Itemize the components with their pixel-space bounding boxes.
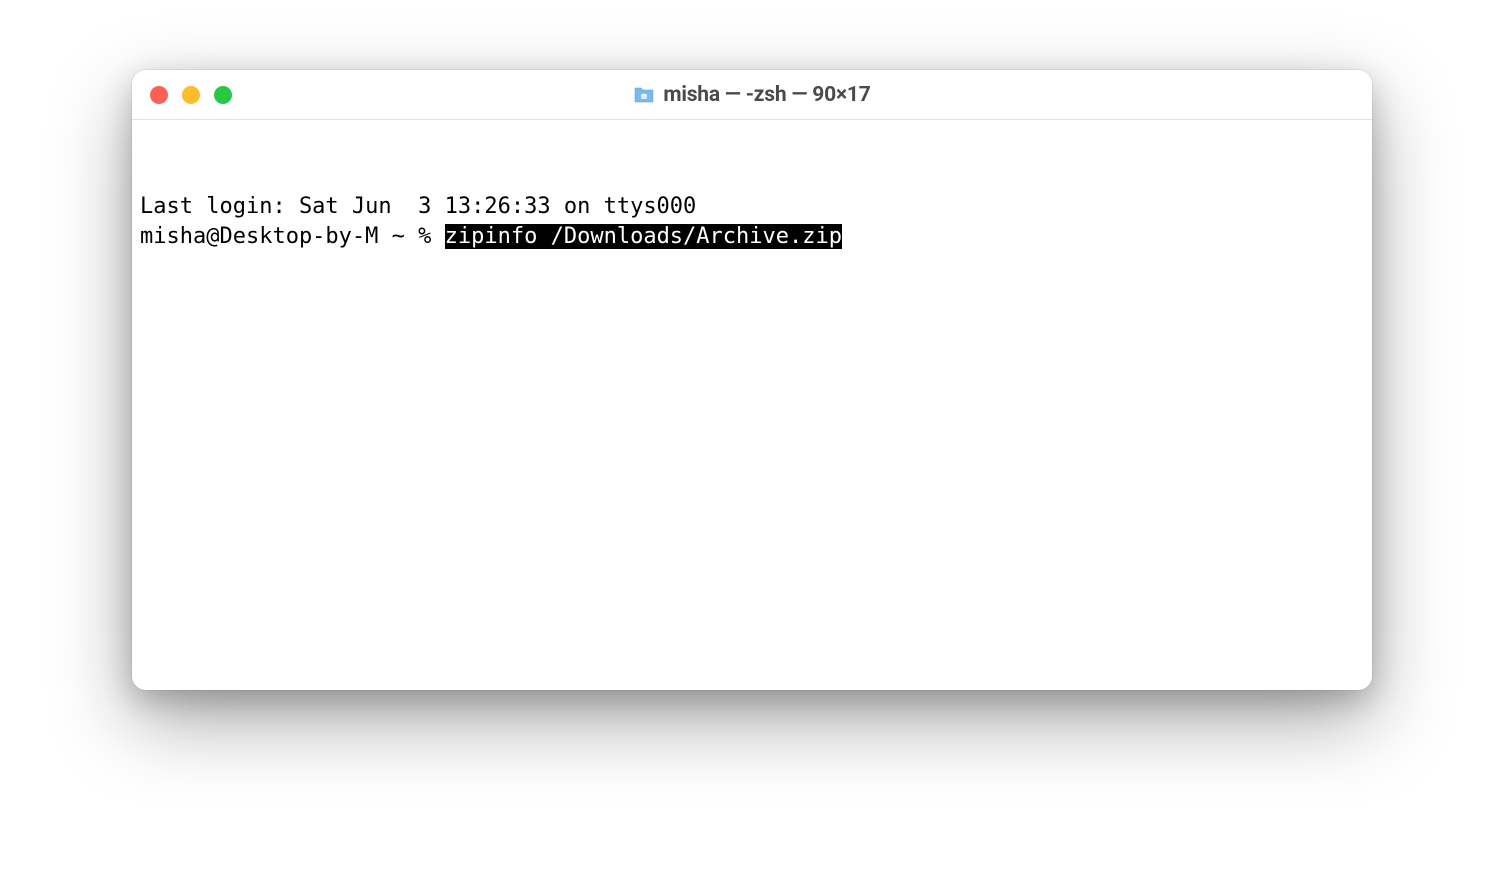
window-titlebar[interactable]: misha — -zsh — 90×17 <box>132 70 1372 120</box>
close-button[interactable] <box>150 86 168 104</box>
last-login-line: Last login: Sat Jun 3 13:26:33 on ttys00… <box>140 192 1364 223</box>
title-area: misha — -zsh — 90×17 <box>132 83 1372 107</box>
folder-icon <box>633 86 655 104</box>
shell-prompt: misha@Desktop-by-M ~ % <box>140 224 445 249</box>
traffic-lights <box>150 86 232 104</box>
minimize-button[interactable] <box>182 86 200 104</box>
command-input[interactable]: zipinfo /Downloads/Archive.zip <box>445 224 842 249</box>
window-title: misha — -zsh — 90×17 <box>663 83 870 107</box>
maximize-button[interactable] <box>214 86 232 104</box>
terminal-window: misha — -zsh — 90×17 Last login: Sat Jun… <box>132 70 1372 690</box>
prompt-line: misha@Desktop-by-M ~ % zipinfo /Download… <box>140 222 1364 253</box>
terminal-content[interactable]: Last login: Sat Jun 3 13:26:33 on ttys00… <box>132 120 1372 690</box>
